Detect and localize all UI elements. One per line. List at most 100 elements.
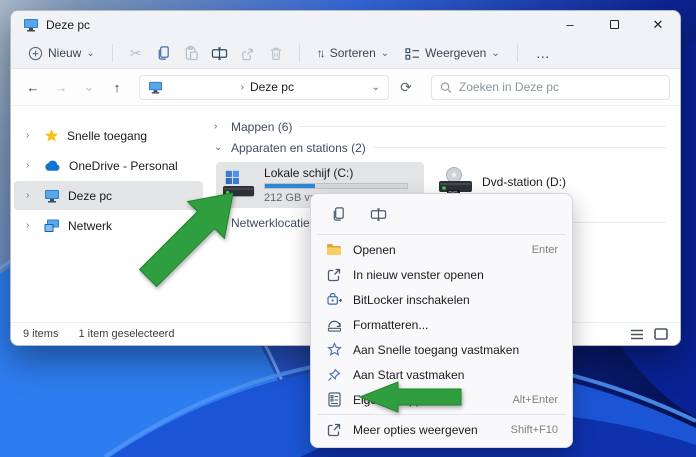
more-options-icon (326, 422, 342, 438)
plus-circle-icon (28, 46, 43, 61)
paste-button[interactable] (179, 42, 205, 64)
menu-item-label: Formatteren... (353, 318, 428, 332)
format-drive-icon (326, 317, 342, 333)
menu-separator (317, 414, 566, 415)
chevron-down-icon: ⌄ (86, 48, 94, 59)
chevron-right-icon[interactable]: › (26, 190, 36, 201)
command-toolbar: Nieuw ⌄ ✂ (11, 38, 680, 69)
view-layout-icon (405, 47, 420, 60)
title-bar: Deze pc – ✕ (11, 11, 680, 38)
toolbar-separator (517, 44, 518, 62)
rename-icon (370, 207, 387, 222)
delete-button[interactable] (263, 42, 289, 64)
computer-icon (44, 189, 60, 203)
green-arrow-pointing-at-c-drive (138, 183, 248, 293)
copy-button[interactable] (321, 200, 355, 228)
items-count: 9 items (23, 328, 58, 340)
large-icons-view-icon[interactable] (654, 328, 668, 340)
address-bar[interactable]: › Deze pc ⌄ (139, 75, 389, 100)
chevron-down-icon[interactable]: ⌄ (214, 142, 224, 153)
minimize-button[interactable]: – (548, 11, 592, 38)
properties-icon (326, 392, 342, 408)
window-title: Deze pc (46, 18, 90, 32)
copy-button[interactable] (151, 42, 177, 64)
address-dropdown-icon[interactable]: ⌄ (372, 82, 380, 93)
menu-separator (317, 234, 566, 235)
sidebar-item-onedrive[interactable]: › OneDrive - Personal (14, 151, 203, 180)
details-view-icon[interactable] (630, 329, 644, 340)
search-icon (440, 81, 452, 94)
trash-icon (269, 46, 283, 61)
sidebar-item-label: Deze pc (68, 189, 112, 203)
minimize-icon: – (566, 17, 573, 32)
search-box[interactable] (431, 75, 670, 100)
new-button-label: Nieuw (48, 46, 81, 60)
network-icon (44, 219, 60, 233)
sidebar-item-snelle-toegang[interactable]: › Snelle toegang (14, 121, 203, 150)
drive-name: Dvd-station (D:) (482, 175, 566, 189)
chevron-right-icon[interactable]: › (214, 121, 224, 132)
sort-button[interactable]: ↑↓ Sorteren ⌄ (310, 43, 396, 63)
more-options-button[interactable]: … (528, 45, 559, 61)
drive-name: Lokale schijf (C:) (264, 166, 416, 180)
chevron-right-icon[interactable]: › (26, 130, 36, 141)
cut-button[interactable]: ✂ (123, 42, 149, 64)
breadcrumb[interactable]: Deze pc (250, 80, 294, 94)
folder-icon (326, 242, 342, 258)
menu-item-shortcut: Shift+F10 (511, 424, 558, 436)
menu-item-meer-opties-weergeven[interactable]: Meer opties weergeven Shift+F10 (315, 417, 568, 442)
search-input[interactable] (459, 80, 661, 94)
menu-item-openen[interactable]: Openen Enter (315, 237, 568, 262)
toolbar-separator (112, 44, 113, 62)
forward-button[interactable]: → (49, 75, 73, 99)
bitlocker-lock-icon (326, 292, 342, 308)
star-outline-icon (326, 342, 342, 358)
computer-icon (148, 81, 163, 94)
caption-buttons: – ✕ (548, 11, 680, 38)
toolbar-separator (299, 44, 300, 62)
recent-locations-button[interactable]: ⌄ (77, 75, 101, 99)
chevron-down-icon: ⌄ (381, 48, 389, 59)
chevron-right-icon[interactable]: › (26, 220, 36, 231)
menu-item-shortcut: Alt+Enter (512, 394, 558, 406)
menu-item-label: BitLocker inschakelen (353, 293, 470, 307)
menu-item-label: In nieuw venster openen (353, 268, 484, 282)
rename-button[interactable] (207, 42, 233, 64)
menu-item-in-nieuw-venster-openen[interactable]: In nieuw venster openen (315, 262, 568, 287)
up-button[interactable]: ↑ (105, 75, 129, 99)
back-button[interactable]: ← (21, 75, 45, 99)
open-new-window-icon (326, 267, 342, 283)
sidebar-item-label: Snelle toegang (67, 129, 147, 143)
chevron-down-icon: ⌄ (491, 48, 499, 59)
forward-arrow-icon: → (55, 80, 68, 95)
sort-button-label: Sorteren (330, 46, 376, 60)
maximize-button[interactable] (592, 11, 636, 38)
view-button-label: Weergeven (425, 46, 486, 60)
sidebar-item-label: OneDrive - Personal (69, 159, 178, 173)
menu-item-formatteren[interactable]: Formatteren... (315, 312, 568, 337)
menu-item-label: Meer opties weergeven (353, 423, 478, 437)
chevron-down-icon: ⌄ (84, 79, 95, 95)
menu-item-label: Openen (353, 243, 396, 257)
rename-icon (211, 46, 228, 61)
refresh-button[interactable]: ⟳ (393, 75, 419, 99)
share-button[interactable] (235, 42, 261, 64)
copy-icon (156, 45, 171, 61)
pin-icon (326, 367, 342, 383)
green-arrow-pointing-at-eigenschappen (358, 380, 463, 414)
disk-usage-bar (264, 183, 408, 189)
group-label: Apparaten en stations (2) (231, 141, 366, 155)
new-button[interactable]: Nieuw ⌄ (21, 43, 102, 64)
close-button[interactable]: ✕ (636, 11, 680, 38)
menu-item-bitlocker-inschakelen[interactable]: BitLocker inschakelen (315, 287, 568, 312)
chevron-right-icon[interactable]: › (26, 160, 36, 171)
menu-item-aan-snelle-toegang-vastmaken[interactable]: Aan Snelle toegang vastmaken (315, 337, 568, 362)
group-header-mappen[interactable]: › Mappen (6) (214, 116, 680, 137)
copy-icon (331, 206, 346, 222)
context-menu-quick-actions (315, 198, 568, 232)
share-icon (240, 46, 255, 61)
group-header-apparaten[interactable]: ⌄ Apparaten en stations (2) (214, 137, 680, 158)
rename-button[interactable] (361, 200, 395, 228)
group-rule (299, 126, 666, 127)
view-button[interactable]: Weergeven ⌄ (398, 43, 507, 63)
